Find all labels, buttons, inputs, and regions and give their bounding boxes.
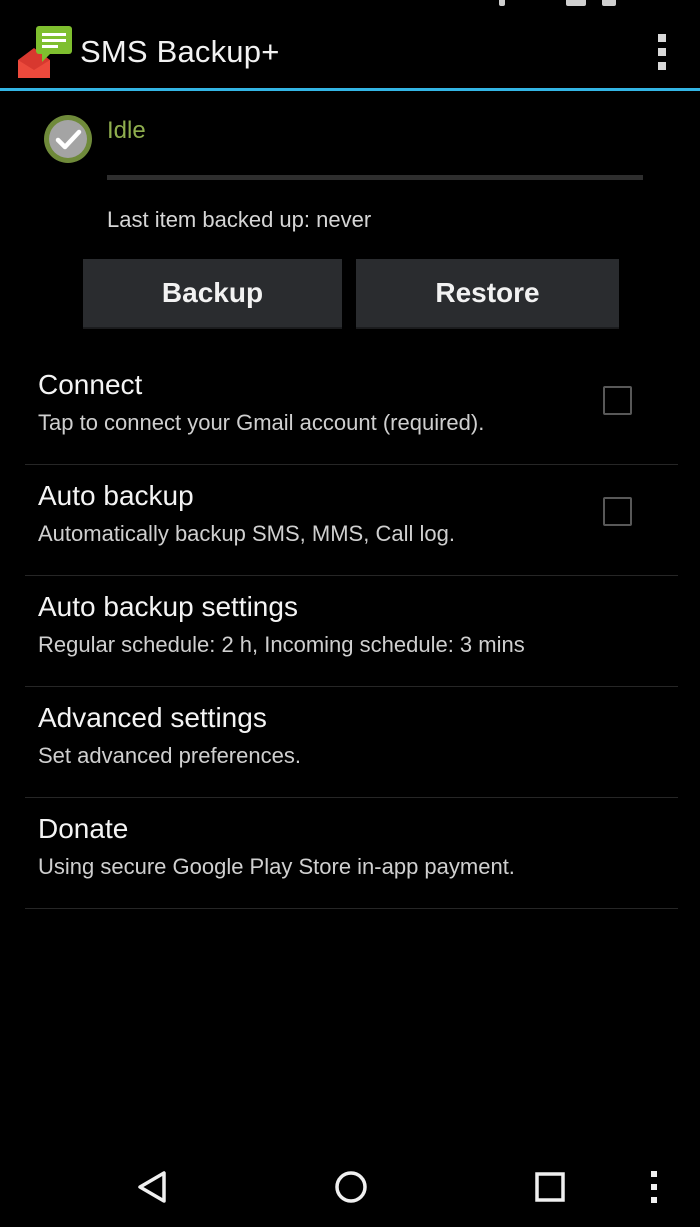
wifi-icon: [566, 0, 586, 6]
status-text: Idle: [107, 117, 146, 144]
pref-advanced-settings[interactable]: Advanced settings Set advanced preferenc…: [25, 687, 678, 798]
restore-button[interactable]: Restore: [356, 259, 619, 329]
pref-summary: Using secure Google Play Store in-app pa…: [38, 854, 515, 879]
status-bar: [0, 0, 700, 12]
pref-title: Auto backup settings: [38, 591, 298, 622]
menu-icon[interactable]: [634, 1167, 674, 1207]
pref-summary: Tap to connect your Gmail account (requi…: [38, 410, 485, 435]
recents-icon[interactable]: [530, 1167, 570, 1207]
pref-summary: Automatically backup SMS, MMS, Call log.: [38, 521, 455, 546]
app-title: SMS Backup+: [80, 34, 280, 69]
check-circle-icon: [44, 115, 92, 163]
last-backup-text: Last item backed up: never: [107, 207, 372, 232]
auto-backup-checkbox[interactable]: [603, 497, 632, 526]
signal-icon: [499, 0, 505, 6]
battery-icon: [602, 0, 616, 6]
pref-donate[interactable]: Donate Using secure Google Play Store in…: [25, 798, 678, 909]
pref-title: Connect: [38, 369, 143, 400]
overflow-menu-icon[interactable]: [652, 32, 672, 72]
back-icon[interactable]: [132, 1167, 172, 1207]
home-icon[interactable]: [331, 1167, 371, 1207]
pref-title: Auto backup: [38, 480, 194, 511]
pref-summary: Set advanced preferences.: [38, 743, 301, 768]
progress-bar: [107, 175, 643, 180]
pref-summary: Regular schedule: 2 h, Incoming schedule…: [38, 632, 525, 657]
connect-checkbox[interactable]: [603, 386, 632, 415]
backup-button[interactable]: Backup: [83, 259, 342, 329]
navigation-bar: [0, 1147, 700, 1227]
pref-title: Donate: [38, 813, 129, 844]
pref-connect[interactable]: Connect Tap to connect your Gmail accoun…: [25, 354, 678, 465]
sms-backup-icon: [18, 26, 72, 78]
action-bar: SMS Backup+: [0, 12, 700, 91]
pref-auto-backup-settings[interactable]: Auto backup settings Regular schedule: 2…: [25, 576, 678, 687]
pref-auto-backup[interactable]: Auto backup Automatically backup SMS, MM…: [25, 465, 678, 576]
pref-title: Advanced settings: [38, 702, 267, 733]
